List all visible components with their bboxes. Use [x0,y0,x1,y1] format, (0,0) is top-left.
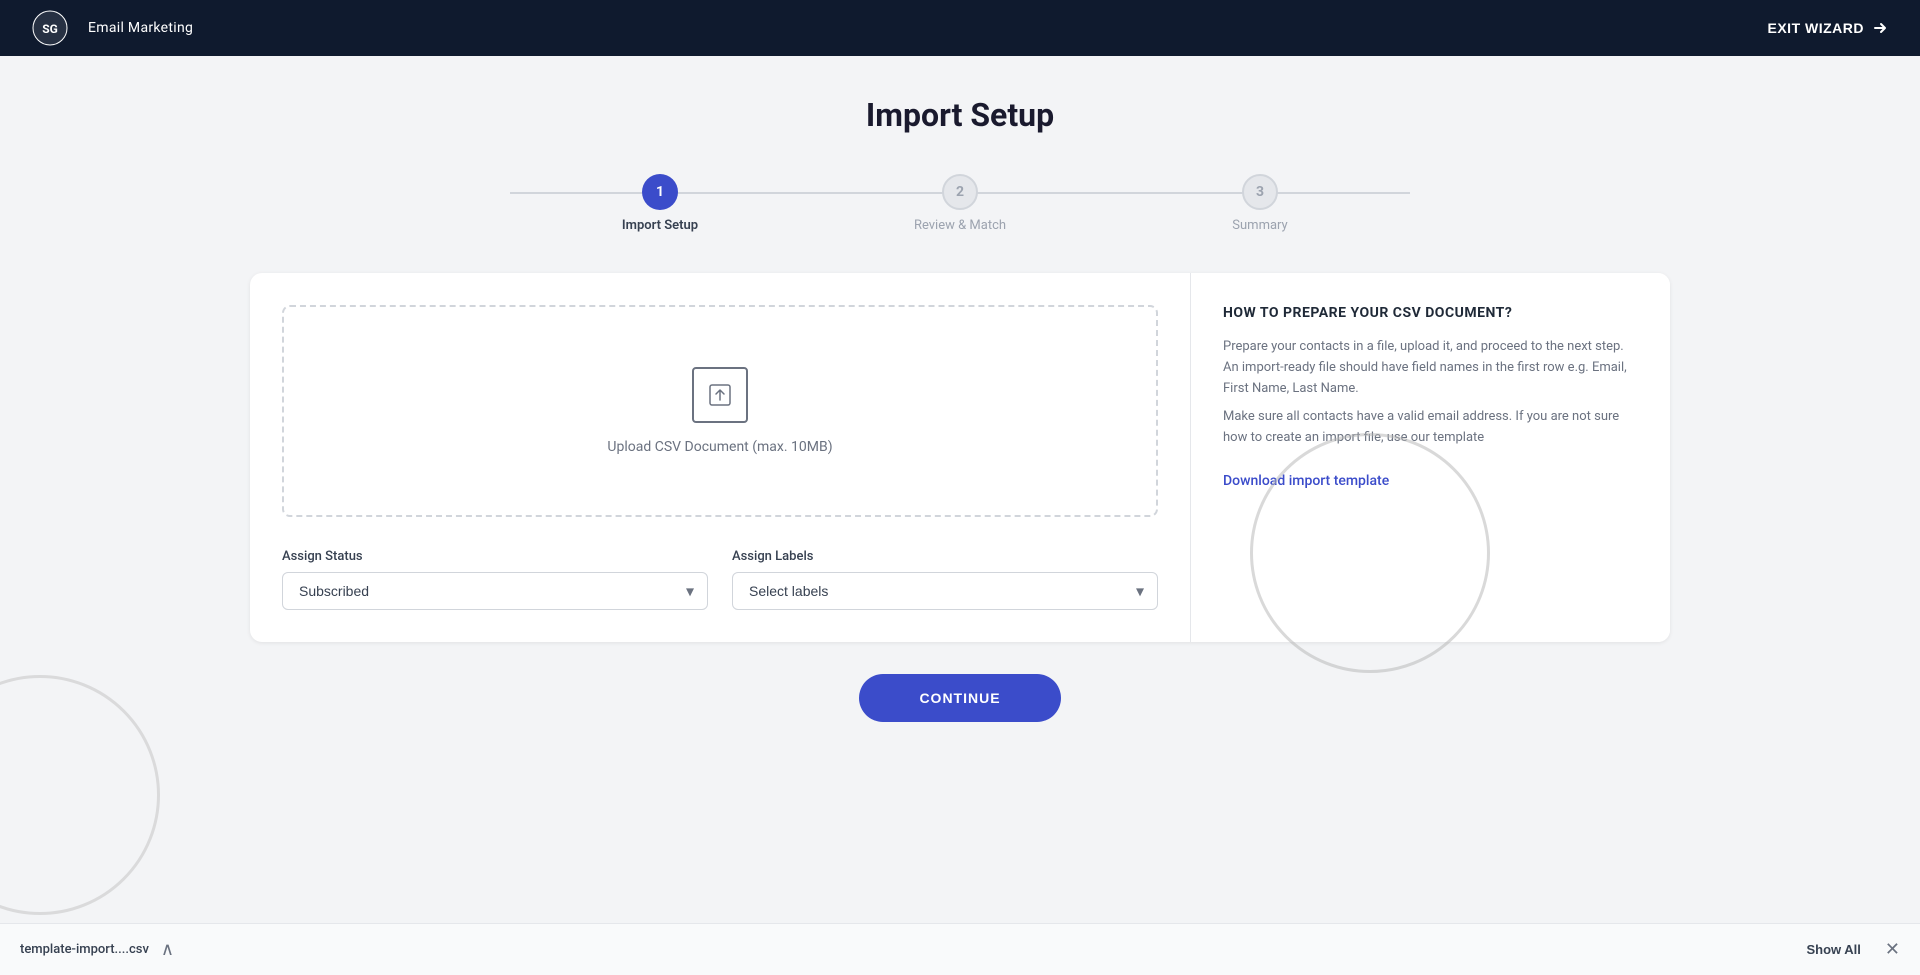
app-name: Email Marketing [88,20,193,36]
header: SG Email Marketing EXIT WIZARD [0,0,1920,56]
step-3: 3 Summary [1110,174,1410,233]
upload-icon [706,381,734,409]
upload-icon-wrapper [692,367,748,423]
page-title: Import Setup [250,96,1670,134]
assign-status-group: Assign Status Subscribed Unsubscribed Pe… [282,549,708,610]
download-import-template-link[interactable]: Download import template [1223,473,1389,489]
bottom-bar: template-import....csv ∧ Show All ✕ [0,923,1920,975]
assign-labels-label: Assign Labels [732,549,1158,564]
arrow-right-icon [1872,20,1888,36]
step-2-label: Review & Match [914,218,1006,233]
step-2-circle: 2 [942,174,978,210]
main-card: Upload CSV Document (max. 10MB) Assign S… [250,273,1670,642]
step-3-circle: 3 [1242,174,1278,210]
help-title: HOW TO PREPARE YOUR CSV DOCUMENT? [1223,305,1638,321]
header-left: SG Email Marketing [32,10,193,46]
content-wrapper: Import Setup 1 Import Setup 2 Review & M… [190,56,1730,762]
logo: SG [32,10,68,46]
step-1: 1 Import Setup [510,174,810,233]
assign-labels-wrapper: Select labels ▾ [732,572,1158,610]
form-row: Assign Status Subscribed Unsubscribed Pe… [282,549,1158,610]
assign-status-select[interactable]: Subscribed Unsubscribed Pending [282,572,708,610]
upload-panel: Upload CSV Document (max. 10MB) Assign S… [250,273,1190,642]
bottom-bar-right: Show All ✕ [1807,939,1901,960]
step-3-label: Summary [1232,218,1287,233]
svg-text:SG: SG [42,22,58,36]
step-2: 2 Review & Match [810,174,1110,233]
exit-wizard-button[interactable]: EXIT WIZARD [1768,20,1889,36]
help-paragraph-2: Make sure all contacts have a valid emai… [1223,407,1638,449]
expand-icon[interactable]: ∧ [161,939,174,960]
assign-status-wrapper: Subscribed Unsubscribed Pending ▾ [282,572,708,610]
assign-labels-group: Assign Labels Select labels ▾ [732,549,1158,610]
file-name: template-import....csv [20,942,149,957]
close-bottom-bar-button[interactable]: ✕ [1885,939,1900,960]
step-1-label: Import Setup [622,218,698,233]
stepper: 1 Import Setup 2 Review & Match 3 Summar… [250,174,1670,233]
help-paragraph-1: Prepare your contacts in a file, upload … [1223,337,1638,399]
main-content: Import Setup 1 Import Setup 2 Review & M… [0,0,1920,975]
assign-status-label: Assign Status [282,549,708,564]
bottom-bar-left: template-import....csv ∧ [20,939,174,960]
continue-button-wrapper: CONTINUE [250,674,1670,722]
show-all-button[interactable]: Show All [1807,942,1861,957]
upload-zone[interactable]: Upload CSV Document (max. 10MB) [282,305,1158,517]
assign-labels-select[interactable]: Select labels [732,572,1158,610]
step-1-circle: 1 [642,174,678,210]
upload-text: Upload CSV Document (max. 10MB) [607,439,832,455]
siteground-logo-icon: SG [32,10,68,46]
main-card-container: Upload CSV Document (max. 10MB) Assign S… [250,273,1670,642]
continue-button[interactable]: CONTINUE [859,674,1060,722]
help-panel: HOW TO PREPARE YOUR CSV DOCUMENT? Prepar… [1190,273,1670,642]
